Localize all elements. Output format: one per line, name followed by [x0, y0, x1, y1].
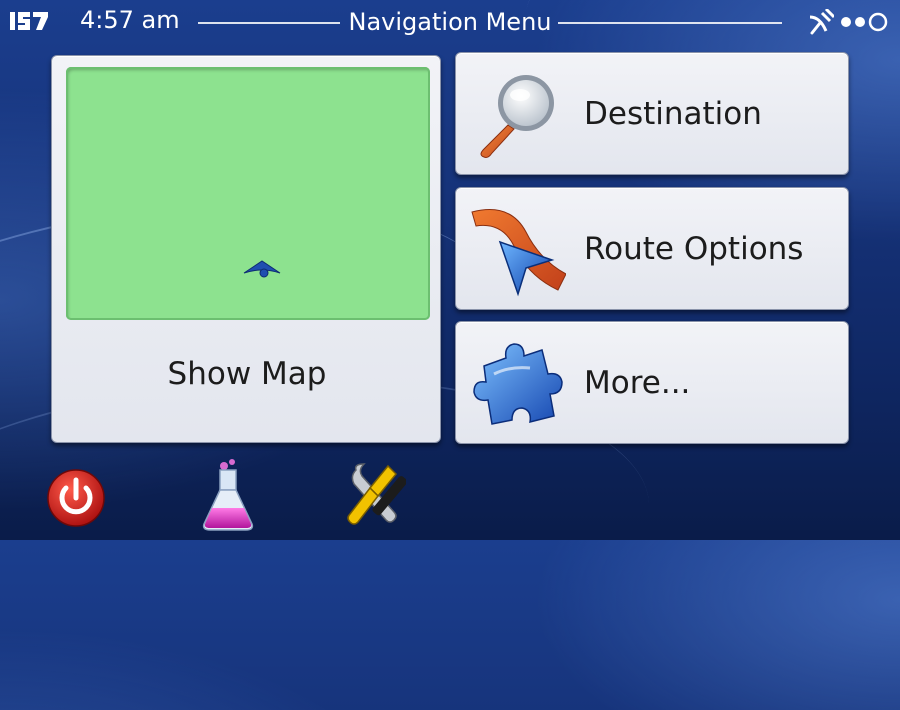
page-title: Navigation Menu	[348, 8, 552, 36]
destination-button[interactable]: Destination	[455, 52, 849, 175]
vehicle-position-icon	[243, 260, 281, 278]
signal-dots-icon	[841, 12, 888, 32]
magnifier-icon	[480, 75, 554, 158]
more-button[interactable]: More...	[455, 321, 849, 444]
destination-label: Destination	[584, 96, 762, 132]
more-label: More...	[584, 365, 691, 401]
flask-icon[interactable]	[196, 458, 260, 532]
tools-icon[interactable]	[342, 458, 406, 532]
route-options-button[interactable]: Route Options	[455, 187, 849, 310]
puzzle-piece-icon	[473, 343, 563, 425]
gps-satellite-icon	[809, 9, 834, 35]
map-preview	[66, 67, 430, 320]
status-bar: 4:57 am Navigation Menu	[0, 0, 900, 46]
power-icon[interactable]	[44, 458, 108, 532]
route-options-label: Route Options	[584, 231, 804, 267]
show-map-label: Show Map	[167, 356, 327, 392]
show-map-button[interactable]: Show Map	[51, 55, 441, 443]
route-arrow-icon	[471, 209, 566, 297]
